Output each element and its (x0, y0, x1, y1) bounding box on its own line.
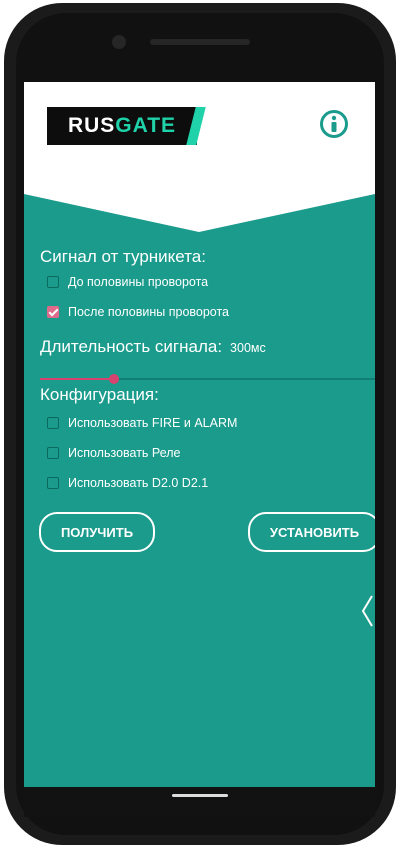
checkbox-label: Использовать Реле (68, 446, 181, 460)
duration-label: Длительность сигнала: (40, 337, 223, 356)
config-option-relay[interactable]: Использовать Реле (47, 446, 181, 460)
duration-slider[interactable] (40, 374, 375, 384)
duration-row: Длительность сигнала: 300мс (40, 337, 266, 357)
home-gesture-pill[interactable] (172, 794, 228, 797)
slider-thumb[interactable] (108, 374, 119, 384)
rusgate-logo: RUS GATE (47, 107, 197, 145)
set-button[interactable]: УСТАНОВИТЬ (248, 512, 375, 552)
info-icon[interactable] (319, 109, 349, 139)
header-background (24, 82, 375, 232)
config-option-fire-alarm[interactable]: Использовать FIRE и ALARM (47, 416, 237, 430)
duration-value: 300мс (230, 341, 266, 355)
front-camera (112, 35, 126, 49)
system-nav-bar (24, 787, 375, 817)
logo-text-rus: RUS (67, 114, 116, 137)
checkbox-unchecked[interactable] (47, 447, 59, 459)
earpiece-speaker (150, 39, 250, 45)
config-section-title: Конфигурация: (40, 385, 159, 404)
checkbox-unchecked[interactable] (47, 276, 59, 288)
logo-text-gate: GATE (115, 114, 177, 137)
config-option-d2[interactable]: Использовать D2.0 D2.1 (47, 476, 208, 490)
checkbox-label: После половины проворота (68, 305, 230, 319)
app-screen: RUS GATE Сигнал от турникета: До половины… (24, 82, 375, 787)
signal-option-half-after[interactable]: После половины проворота (47, 305, 229, 319)
signal-section-title: Сигнал от турникета: (40, 247, 206, 266)
slider-fill (40, 377, 114, 380)
signal-option-half-before[interactable]: До половины проворота (47, 275, 208, 289)
checkbox-label: Использовать FIRE и ALARM (68, 416, 238, 430)
checkbox-unchecked[interactable] (47, 417, 59, 429)
checkbox-label: Использовать D2.0 D2.1 (68, 476, 209, 490)
checkbox-unchecked[interactable] (47, 477, 59, 489)
chevron-left-icon[interactable] (360, 594, 374, 628)
get-button[interactable]: ПОЛУЧИТЬ (39, 512, 155, 552)
checkbox-label: До половины проворота (68, 275, 209, 289)
checkbox-checked[interactable] (47, 306, 59, 318)
